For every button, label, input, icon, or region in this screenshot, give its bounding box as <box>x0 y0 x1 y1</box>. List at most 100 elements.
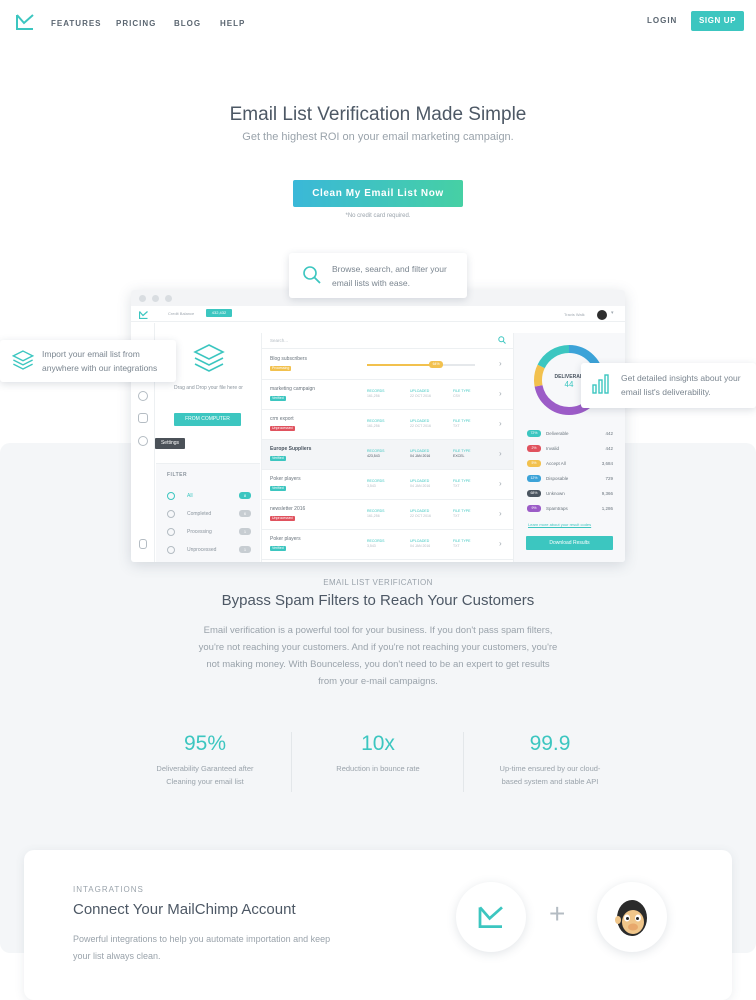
progress-label: 64% <box>429 361 444 368</box>
list-name: newsletter 2016 <box>270 506 306 512</box>
table-row[interactable]: newsletter 2016 Unprocessed RECORDS 161,256… <box>262 500 513 530</box>
integration-title: Connect Your MailChimp Account <box>73 901 296 918</box>
chevron-right-icon[interactable]: › <box>499 389 502 398</box>
email-lists-table: Search... Blog subscribers Processing 64% ›… <box>261 333 513 562</box>
integration-eyebrow: INTAGRATIONS <box>73 885 144 894</box>
filter-label: Unprocessed <box>187 547 217 553</box>
search-icon[interactable] <box>498 336 506 344</box>
search-input[interactable]: Search... <box>270 338 288 343</box>
target-icon[interactable] <box>138 391 148 401</box>
layers-icon <box>193 344 225 372</box>
table-row[interactable]: marketing campaign Verified RECORDS 161,256… <box>262 380 513 410</box>
nav-blog-link[interactable]: BLOG <box>174 19 201 28</box>
list-cell: UPLOADED 04 JAN 2016 <box>410 449 430 459</box>
section-body: Email verification is a powerful tool fo… <box>198 625 558 687</box>
list-cell: UPLOADED 22 OCT 2016 <box>410 419 431 429</box>
status-badge: Verified <box>270 486 286 491</box>
download-results-button[interactable]: Download Results <box>526 536 613 550</box>
gear-icon[interactable] <box>138 436 148 446</box>
bar-chart-icon <box>592 374 609 394</box>
filter-count: 8 <box>239 492 251 499</box>
stat-percent-badge: 12% <box>527 475 541 482</box>
chevron-right-icon[interactable]: › <box>499 359 502 368</box>
filter-count: 1 <box>239 546 251 553</box>
list-name: Europe Suppliers <box>270 446 312 452</box>
list-search-bar[interactable]: Search... <box>262 333 513 349</box>
signup-button[interactable]: SIGN UP <box>691 11 744 31</box>
stat-label: Unknown <box>546 491 565 496</box>
column-value: CSV <box>453 394 461 398</box>
list-cell: FILE TYPE CSV <box>453 389 470 399</box>
bounceless-logo-badge <box>456 882 526 952</box>
table-row[interactable]: crm export Unprocessed RECORDS 161,256 UPLOA… <box>262 410 513 440</box>
stat-count: 1,286 <box>601 506 613 511</box>
status-badge: Verified <box>270 456 286 461</box>
stat-count: 3,684 <box>601 461 613 466</box>
column-value: EXCEL <box>453 454 465 458</box>
stat-row: 2% Invalid 442 <box>527 444 613 454</box>
table-row[interactable]: Blog subscribers Processing 64% › <box>262 350 513 380</box>
from-computer-button[interactable]: FROM COMPUTER <box>174 413 241 426</box>
table-row[interactable]: Poker players Verified RECORDS 3,543 UPLOADE… <box>262 470 513 500</box>
integration-card: INTAGRATIONS Connect Your MailChimp Acco… <box>24 850 732 1000</box>
bounceless-logo[interactable] <box>16 14 34 30</box>
chevron-right-icon[interactable]: › <box>499 449 502 458</box>
filter-panel: FILTER All 8 Completed 6 Processing 1 Un… <box>156 463 260 562</box>
list-cell: RECORDS 161,256 <box>367 389 385 399</box>
search-icon <box>303 266 321 284</box>
files-icon[interactable] <box>138 413 148 423</box>
list-cell: UPLOADED 22 OCT 2016 <box>410 389 431 399</box>
status-badge: Unprocessed <box>270 516 295 521</box>
radio-icon <box>167 546 175 554</box>
column-value: 22 OCT 2016 <box>410 394 431 398</box>
nav-features-link[interactable]: FEATURES <box>51 19 102 28</box>
status-badge: Processing <box>270 366 292 371</box>
list-cell: FILE TYPE TXT <box>453 509 470 519</box>
filter-item-unprocessed[interactable]: Unprocessed 1 <box>167 545 251 555</box>
learn-more-link[interactable]: Learn more about your result codes <box>528 522 591 527</box>
stat-percent-badge: 5% <box>527 460 541 467</box>
filter-item-completed[interactable]: Completed 6 <box>167 509 251 519</box>
nav-help-link[interactable]: HELP <box>220 19 245 28</box>
list-cell: RECORDS 3,543 <box>367 539 385 549</box>
section-eyebrow: EMAIL LIST VERIFICATION <box>323 578 433 587</box>
chevron-down-icon[interactable]: ▾ <box>611 310 614 316</box>
processing-progress-bar: 64% <box>367 361 475 368</box>
integration-body: Powerful integrations to help you automa… <box>73 934 331 961</box>
login-link[interactable]: LOGIN <box>647 16 677 25</box>
insights-tooltip-text: Get detailed insights about your email l… <box>621 373 741 397</box>
app-header: Credit Balance 432,432 Travis Walk ▾ <box>131 306 625 322</box>
clean-list-cta-button[interactable]: Clean My Email List Now <box>293 180 463 207</box>
table-row[interactable]: Europe Suppliers Verified RECORDS 423,543 UP… <box>262 440 513 470</box>
chevron-right-icon[interactable]: › <box>499 419 502 428</box>
stat-row: 68% Unknown 9,366 <box>527 489 613 499</box>
stat-label: Invalid <box>546 446 560 451</box>
filter-count: 6 <box>239 510 251 517</box>
filter-item-all[interactable]: All 8 <box>167 491 251 501</box>
list-name: Blog subscribers <box>270 356 307 362</box>
list-cell: RECORDS 3,543 <box>367 479 385 489</box>
list-cell: FILE TYPE TXT <box>453 419 470 429</box>
stat-row: 72% Deliverable 442 <box>527 429 613 439</box>
window-dot-icon <box>165 295 172 302</box>
nav-pricing-link[interactable]: PRICING <box>116 19 156 28</box>
search-feature-tooltip: Browse, search, and filter your email li… <box>289 253 467 298</box>
section-title: Bypass Spam Filters to Reach Your Custom… <box>221 592 535 609</box>
radio-icon <box>167 492 175 500</box>
chevron-right-icon[interactable]: › <box>499 509 502 518</box>
chevron-right-icon[interactable]: › <box>499 479 502 488</box>
app-screenshot: Credit Balance 432,432 Travis Walk ▾ Set… <box>131 290 625 562</box>
chevron-right-icon[interactable]: › <box>499 539 502 548</box>
filter-item-processing[interactable]: Processing 1 <box>167 527 251 537</box>
radio-icon <box>167 510 175 518</box>
stat-count: 9,366 <box>601 491 613 496</box>
document-icon[interactable] <box>139 539 147 549</box>
list-cell: FILE TYPE EXCEL <box>453 449 470 459</box>
metric-bounce-rate: 10x Reduction in bounce rate <box>288 732 468 775</box>
stat-percent-badge: 2% <box>527 445 541 452</box>
column-value: 04 JAN 2016 <box>410 544 431 548</box>
table-row[interactable]: Poker players Verified RECORDS 3,543 UPLOADE… <box>262 530 513 560</box>
user-name[interactable]: Travis Walk <box>564 312 585 317</box>
hero-subtitle: Get the highest ROI on your email market… <box>242 131 514 143</box>
avatar[interactable] <box>597 310 607 320</box>
